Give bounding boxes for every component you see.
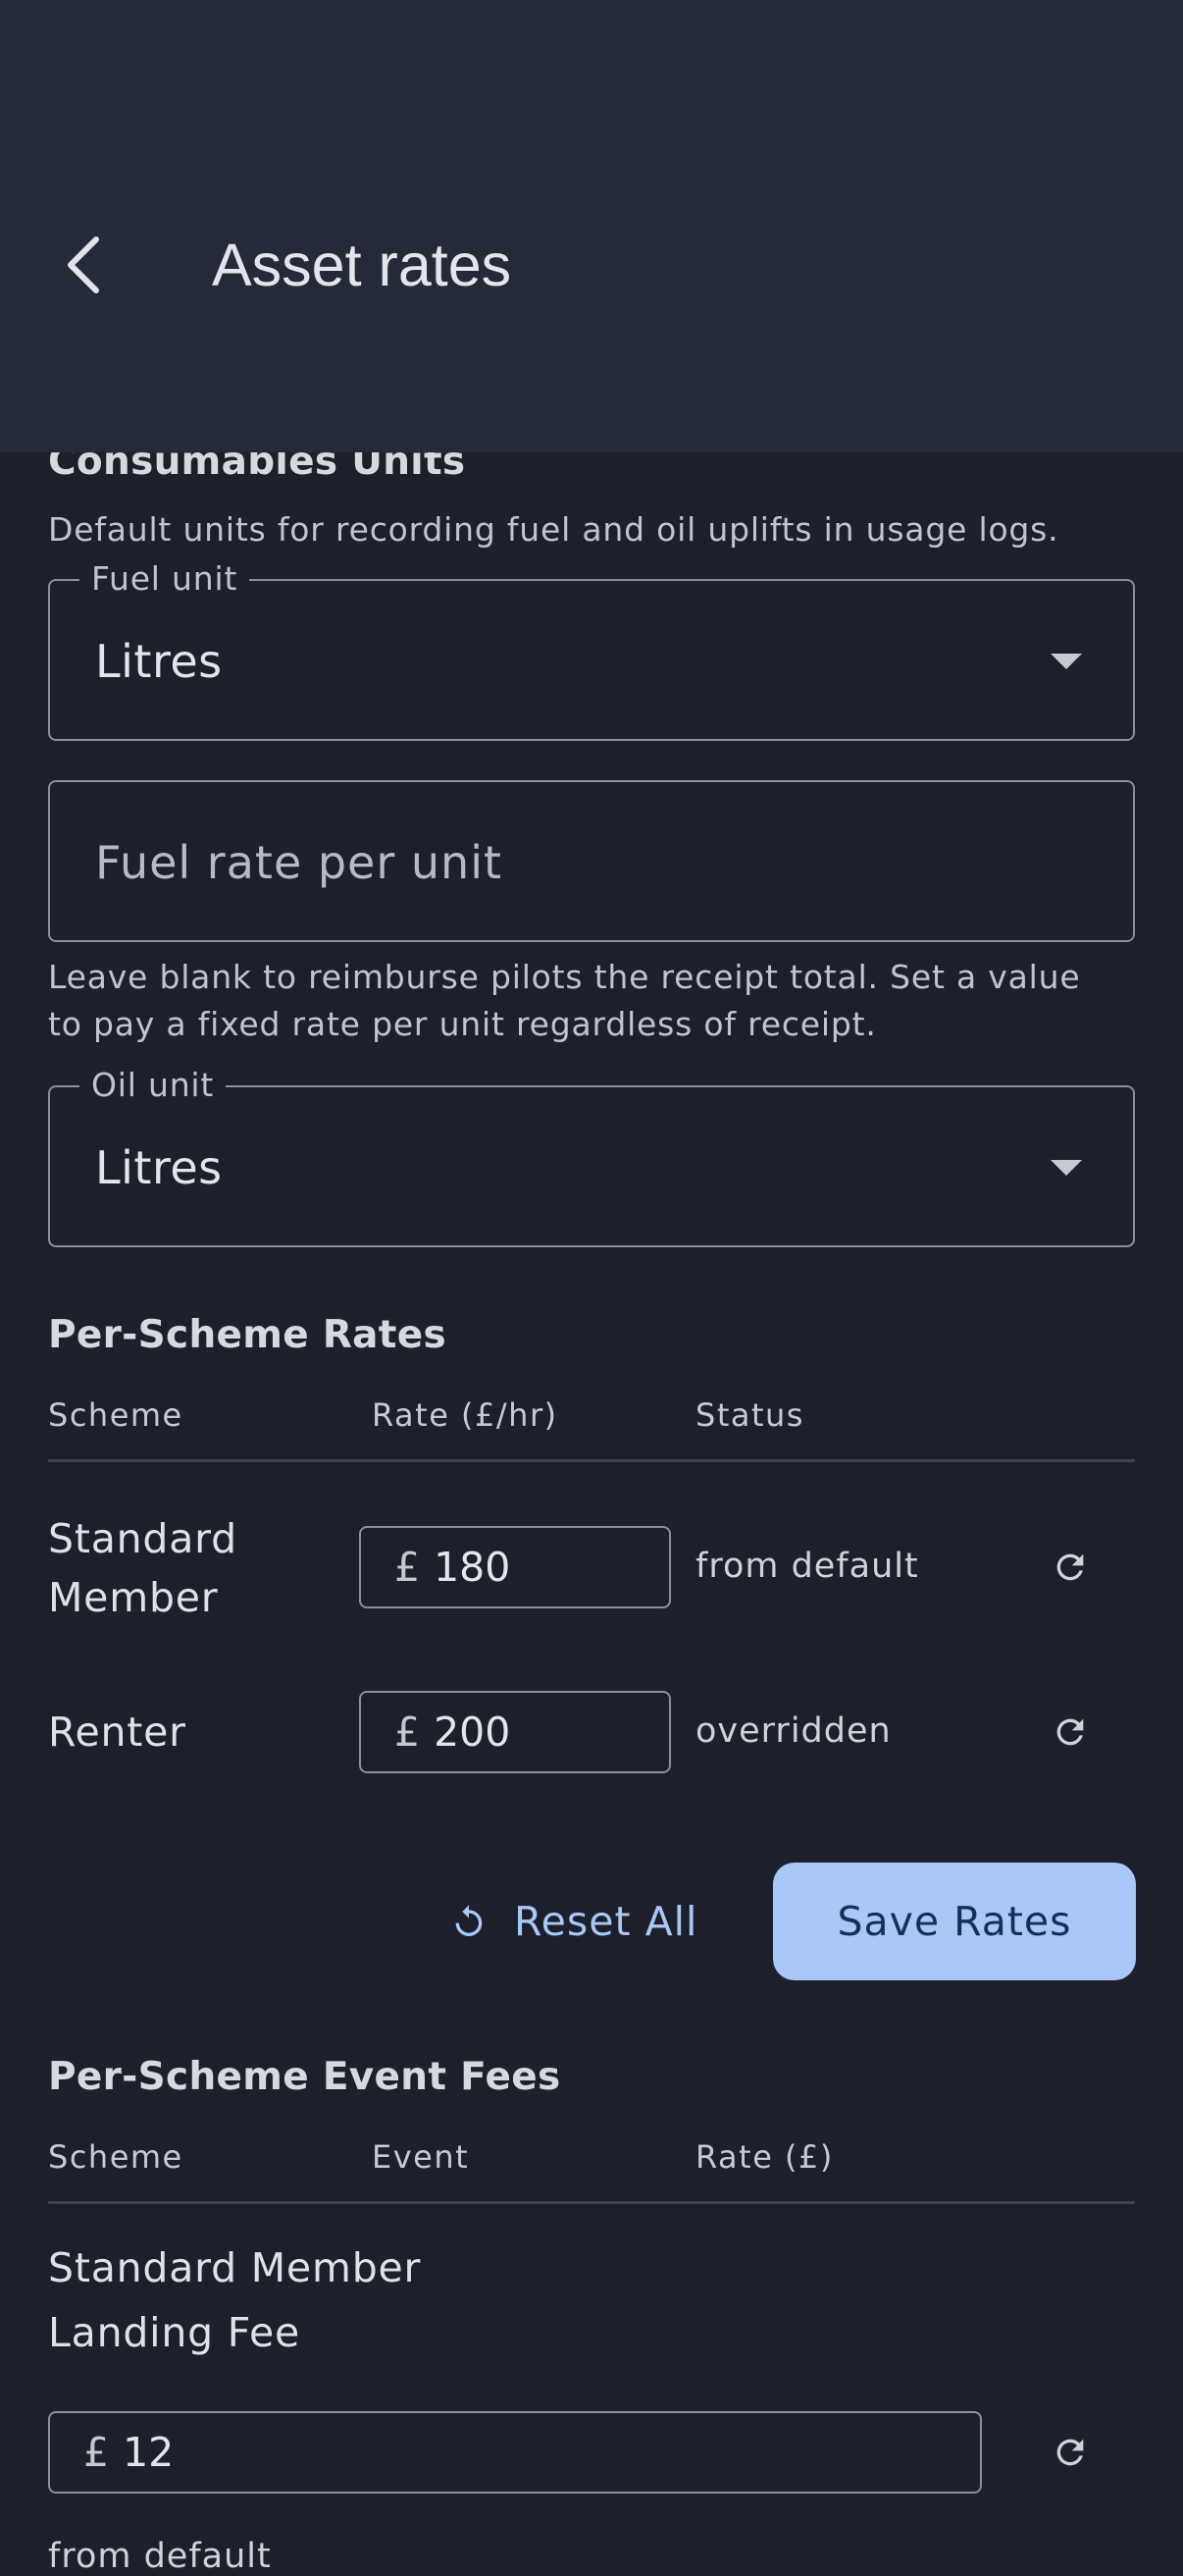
- fuel-unit-select[interactable]: Fuel unit Litres: [48, 555, 1135, 741]
- reset-all-button[interactable]: Reset All: [449, 1892, 697, 1951]
- reset-all-label: Reset All: [514, 1898, 698, 1945]
- dropdown-arrow-icon: [1051, 1160, 1082, 1176]
- fee-status: from default: [48, 2537, 272, 2576]
- scheme-name-line1: Standard: [48, 1515, 237, 1562]
- fuel-rate-placeholder: Fuel rate per unit: [95, 836, 503, 889]
- rate-input[interactable]: £ 180: [359, 1526, 671, 1608]
- fuel-unit-label: Fuel unit: [79, 555, 250, 603]
- chevron-left-icon: [68, 237, 99, 293]
- table-divider: [48, 2201, 1135, 2204]
- event-fees-heading: Per-Scheme Event Fees: [48, 2055, 561, 2099]
- currency-symbol: £: [394, 1544, 421, 1591]
- consumables-description: Default units for recording fuel and oil…: [48, 510, 1059, 549]
- restart-icon: [449, 1902, 489, 1941]
- dropdown-arrow-icon: [1051, 654, 1082, 669]
- refresh-icon[interactable]: [1041, 1538, 1100, 1597]
- fuel-unit-value: Litres: [95, 635, 223, 688]
- fee-scheme-name: Standard Member: [48, 2244, 422, 2291]
- rate-input[interactable]: £ 200: [359, 1691, 671, 1773]
- refresh-icon[interactable]: [1041, 1703, 1100, 1761]
- app-bar: Asset rates: [0, 0, 1183, 452]
- scheme-name-line1: Renter: [48, 1709, 186, 1756]
- oil-unit-value: Litres: [95, 1141, 223, 1194]
- oil-unit-label: Oil unit: [79, 1062, 227, 1109]
- currency-symbol: £: [83, 2429, 110, 2476]
- rate-value: 200: [434, 1709, 511, 1756]
- scheme-name-line2: Member: [48, 1574, 219, 1621]
- scheme-name: Standard Member: [48, 1509, 237, 1627]
- column-header-scheme: Scheme: [48, 2138, 183, 2176]
- fee-rate-input[interactable]: £ 12: [48, 2411, 982, 2494]
- column-header-rate: Rate (£/hr): [372, 1396, 558, 1434]
- rate-status: from default: [695, 1547, 919, 1586]
- fee-event-name: Landing Fee: [48, 2309, 301, 2356]
- column-header-status: Status: [695, 1396, 804, 1434]
- save-rates-button[interactable]: Save Rates: [773, 1863, 1136, 1980]
- fuel-rate-input[interactable]: Fuel rate per unit: [48, 780, 1135, 942]
- scheme-name: Renter: [48, 1703, 186, 1761]
- back-button[interactable]: [47, 218, 118, 312]
- table-divider: [48, 1459, 1135, 1462]
- rate-value: 180: [434, 1544, 511, 1591]
- scheme-rates-heading: Per-Scheme Rates: [48, 1313, 446, 1357]
- fuel-rate-helper-line2: to pay a fixed rate per unit regardless …: [48, 1005, 877, 1043]
- currency-symbol: £: [394, 1709, 421, 1756]
- rate-status: overridden: [695, 1711, 892, 1751]
- refresh-icon[interactable]: [1041, 2423, 1100, 2482]
- fuel-rate-helper-line1: Leave blank to reimburse pilots the rece…: [48, 958, 1081, 996]
- column-header-rate: Rate (£): [695, 2138, 834, 2176]
- column-header-scheme: Scheme: [48, 1396, 183, 1434]
- page-title: Asset rates: [212, 232, 512, 298]
- oil-unit-select[interactable]: Oil unit Litres: [48, 1062, 1135, 1247]
- column-header-event: Event: [372, 2138, 470, 2176]
- fee-rate-value: 12: [123, 2429, 175, 2476]
